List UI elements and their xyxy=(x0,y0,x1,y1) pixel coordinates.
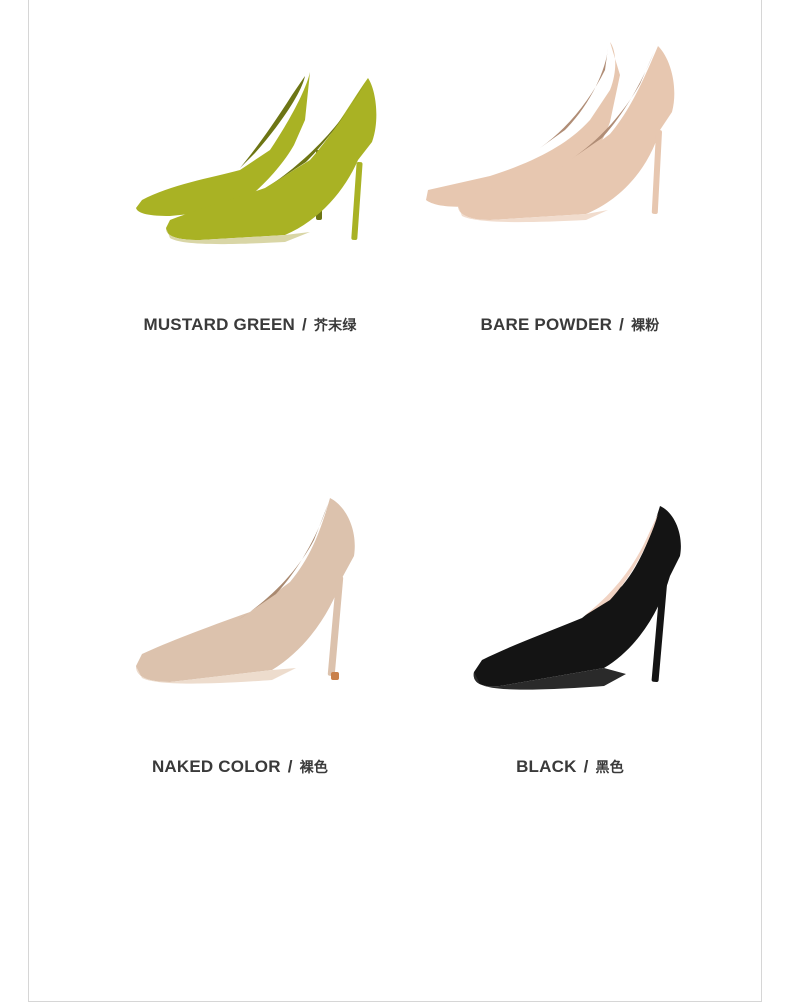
caption-separator: / xyxy=(301,315,307,334)
caption-separator: / xyxy=(287,757,293,776)
shoe-pair-image xyxy=(426,42,675,223)
shoe-image xyxy=(136,498,355,684)
product-caption: BARE POWDER / 裸粉 xyxy=(390,315,750,335)
color-name-zh: 裸粉 xyxy=(631,318,660,334)
color-name-en: BARE POWDER xyxy=(480,315,613,334)
shoe-image xyxy=(473,506,681,690)
caption-separator: / xyxy=(583,757,589,776)
color-name-zh: 芥末绿 xyxy=(313,318,357,334)
product-caption: NAKED COLOR / 裸色 xyxy=(60,757,420,777)
color-name-zh: 裸色 xyxy=(299,760,329,776)
color-name-en: NAKED COLOR xyxy=(151,757,281,776)
color-name-en: MUSTARD GREEN xyxy=(143,315,295,334)
color-name-zh: 黑色 xyxy=(595,760,624,776)
product-caption: BLACK / 黑色 xyxy=(390,757,750,777)
product-caption: MUSTARD GREEN / 芥末绿 xyxy=(70,315,430,335)
shoe-pair-image xyxy=(136,72,377,245)
caption-separator: / xyxy=(619,315,625,334)
color-name-en: BLACK xyxy=(516,757,577,776)
